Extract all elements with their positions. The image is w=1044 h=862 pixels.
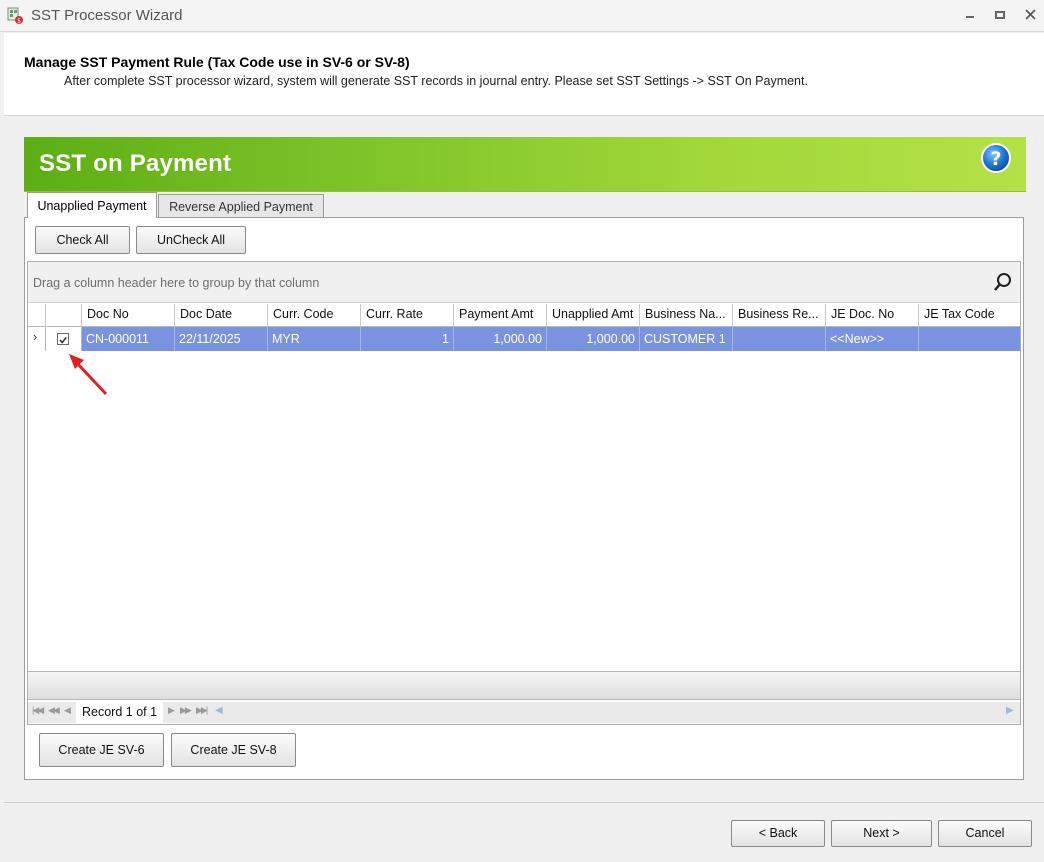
record-navigator: |◀◀ ◀◀ ◀ Record 1 of 1 ▶ ▶▶ ▶▶| ◀ ▶ <box>28 702 1020 723</box>
next-page-icon[interactable]: ▶▶ <box>180 705 192 716</box>
grid-footer <box>28 671 1020 700</box>
next-record-icon[interactable]: ▶ <box>168 705 175 716</box>
payment-grid: Drag a column header here to group by th… <box>27 261 1021 725</box>
app-icon: $ <box>7 7 23 25</box>
uncheck-all-button[interactable]: UnCheck All <box>136 226 246 254</box>
svg-text:?: ? <box>990 148 1001 170</box>
annotation-arrow-icon <box>69 354 108 396</box>
check-all-button[interactable]: Check All <box>35 226 130 254</box>
maximize-icon <box>995 11 1005 19</box>
row-indicator: › <box>28 327 46 351</box>
tab-unapplied-payment[interactable]: Unapplied Payment <box>27 192 157 218</box>
wizard-header: Manage SST Payment Rule (Tax Code use in… <box>4 33 1044 116</box>
tab-reverse-applied-payment[interactable]: Reverse Applied Payment <box>158 194 324 217</box>
indicator-header <box>28 304 46 327</box>
scroll-right-icon[interactable]: ▶ <box>1006 705 1014 716</box>
create-je-sv6-button[interactable]: Create JE SV-6 <box>39 733 164 767</box>
close-icon <box>1024 9 1036 20</box>
checkmark-icon <box>59 337 67 344</box>
back-button[interactable]: < Back <box>731 820 825 847</box>
column-header-je-tax-code[interactable]: JE Tax Code <box>919 304 1020 327</box>
row-select-cell[interactable] <box>46 327 82 351</box>
column-header-unapplied-amt[interactable]: Unapplied Amt <box>547 304 640 327</box>
page-subtitle: After complete SST processor wizard, sys… <box>64 74 808 88</box>
column-header-business-reg[interactable]: Business Re... <box>733 304 826 327</box>
tab-panel: Check All UnCheck All Drag a column head… <box>24 217 1024 780</box>
column-header-business-name[interactable]: Business Na... <box>640 304 733 327</box>
cell-unapplied-amt[interactable]: 1,000.00 <box>547 327 640 351</box>
group-by-panel[interactable]: Drag a column header here to group by th… <box>28 262 1020 303</box>
search-icon[interactable] <box>993 272 1013 292</box>
cell-business-reg[interactable] <box>733 327 826 351</box>
footer-divider <box>4 802 1044 803</box>
column-header-doc-no[interactable]: Doc No <box>82 304 175 327</box>
cancel-button[interactable]: Cancel <box>938 820 1032 847</box>
column-header-doc-date[interactable]: Doc Date <box>175 304 268 327</box>
svg-text:$: $ <box>17 18 21 25</box>
cell-business-name[interactable]: CUSTOMER 1 <box>640 327 733 351</box>
cell-curr-code[interactable]: MYR <box>268 327 361 351</box>
minimize-button[interactable] <box>960 6 980 26</box>
create-je-sv8-button[interactable]: Create JE SV-8 <box>171 733 296 767</box>
column-header-payment-amt[interactable]: Payment Amt <box>454 304 547 327</box>
grid-header-row: Doc No Doc Date Curr. Code Curr. Rate Pa… <box>28 304 1020 327</box>
page-title: Manage SST Payment Rule (Tax Code use in… <box>24 54 410 70</box>
next-button[interactable]: Next > <box>831 820 932 847</box>
close-button[interactable] <box>1020 6 1040 26</box>
column-header-curr-rate[interactable]: Curr. Rate <box>361 304 454 327</box>
group-hint: Drag a column header here to group by th… <box>33 276 320 290</box>
record-counter: Record 1 of 1 <box>76 702 164 723</box>
help-icon[interactable]: ? <box>980 142 1012 174</box>
row-checkbox[interactable] <box>57 333 69 345</box>
table-row[interactable]: › CN-000011 22/11/2025 MYR 1 1,000.00 1,… <box>28 327 1020 351</box>
scroll-left-icon[interactable]: ◀ <box>215 705 223 716</box>
cell-je-tax-code[interactable] <box>919 327 1020 351</box>
cell-je-doc-no[interactable]: <<New>> <box>826 327 919 351</box>
maximize-button[interactable] <box>990 6 1010 26</box>
grid-empty-area <box>28 351 1020 671</box>
minimize-icon <box>966 16 974 18</box>
prev-record-icon[interactable]: ◀ <box>64 705 71 716</box>
column-header-curr-code[interactable]: Curr. Code <box>268 304 361 327</box>
banner-title: SST on Payment <box>39 150 232 177</box>
last-record-icon[interactable]: ▶▶| <box>196 705 208 716</box>
select-column-header[interactable] <box>46 304 82 327</box>
prev-page-icon[interactable]: ◀◀ <box>48 705 60 716</box>
cell-payment-amt[interactable]: 1,000.00 <box>454 327 547 351</box>
section-banner: SST on Payment ? <box>24 137 1026 192</box>
first-record-icon[interactable]: |◀◀ <box>32 705 44 716</box>
window-title: SST Processor Wizard <box>31 7 183 24</box>
cell-curr-rate[interactable]: 1 <box>361 327 454 351</box>
column-header-je-doc-no[interactable]: JE Doc. No <box>826 304 919 327</box>
cell-doc-date[interactable]: 22/11/2025 <box>175 327 268 351</box>
title-bar: $ SST Processor Wizard <box>0 0 1044 32</box>
cell-doc-no[interactable]: CN-000011 <box>82 327 175 351</box>
